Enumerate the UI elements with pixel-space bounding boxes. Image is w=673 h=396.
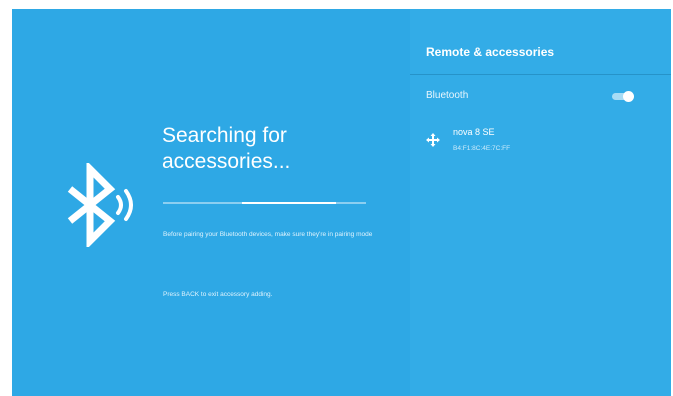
bluetooth-label: Bluetooth bbox=[426, 90, 469, 101]
pairing-hint: Before pairing your Bluetooth devices, m… bbox=[163, 231, 373, 238]
device-list-item[interactable]: nova 8 SE B4:F1:8C:4E:7C:FF bbox=[426, 123, 646, 157]
panel-title: Remote & accessories bbox=[426, 45, 555, 59]
back-hint: Press BACK to exit accessory adding. bbox=[163, 291, 273, 298]
search-progress-fill bbox=[242, 202, 336, 204]
searching-title: Searching for accessories... bbox=[162, 124, 291, 173]
device-address: B4:F1:8C:4E:7C:FF bbox=[453, 145, 511, 152]
tv-screen: Searching for accessories... Before pair… bbox=[12, 9, 671, 396]
bluetooth-searching-icon bbox=[64, 160, 138, 250]
toggle-knob bbox=[623, 91, 634, 102]
device-name: nova 8 SE bbox=[453, 127, 495, 137]
search-progress-bar bbox=[163, 202, 366, 204]
bluetooth-toggle[interactable] bbox=[612, 91, 634, 102]
gamepad-icon bbox=[426, 133, 440, 147]
panel-divider bbox=[410, 74, 671, 75]
remote-accessories-panel: Remote & accessories Bluetooth nova 8 SE… bbox=[410, 9, 671, 396]
bluetooth-toggle-row[interactable]: Bluetooth bbox=[426, 89, 636, 105]
